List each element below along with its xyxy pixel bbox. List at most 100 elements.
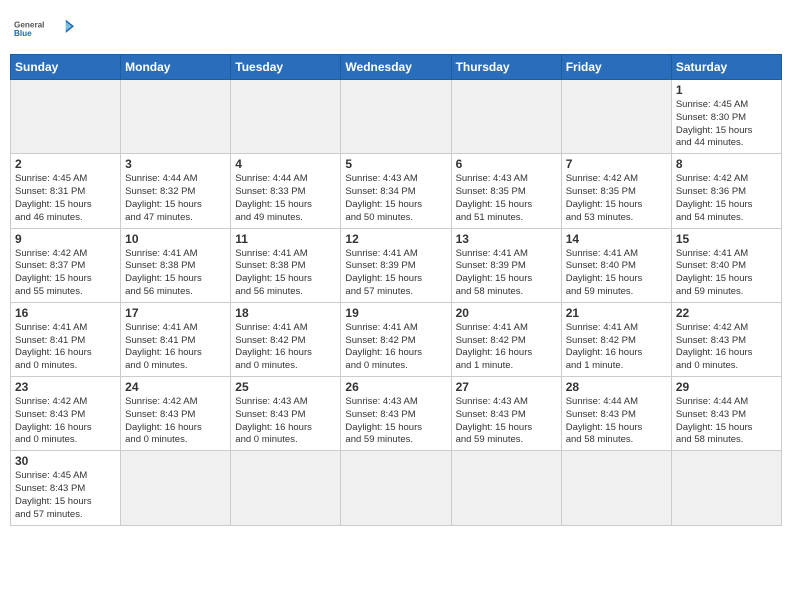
day-info: Sunrise: 4:41 AM Sunset: 8:42 PM Dayligh…: [235, 322, 336, 373]
calendar-cell: 4Sunrise: 4:44 AM Sunset: 8:33 PM Daylig…: [231, 154, 341, 228]
day-number: 18: [235, 306, 336, 320]
header-saturday: Saturday: [671, 55, 781, 80]
day-info: Sunrise: 4:43 AM Sunset: 8:35 PM Dayligh…: [456, 173, 557, 224]
calendar-cell: 13 Sunrise: 4:41 AM Sunset: 8:39 PM Dayli…: [451, 228, 561, 302]
day-info: Sunrise: 4:41 AM Sunset: 8:38 PM Dayligh…: [235, 248, 336, 299]
day-number: 12: [345, 232, 446, 246]
header-monday: Monday: [121, 55, 231, 80]
calendar-cell: [121, 80, 231, 154]
calendar-cell: 7 Sunrise: 4:42 AM Sunset: 8:35 PM Daylig…: [561, 154, 671, 228]
day-number: 22: [676, 306, 777, 320]
calendar-cell: 3Sunrise: 4:44 AM Sunset: 8:32 PM Daylig…: [121, 154, 231, 228]
day-info: Sunrise: 4:41 AM Sunset: 8:39 PM Dayligh…: [345, 248, 446, 299]
day-info: Sunrise: 4:43 AM Sunset: 8:43 PM Dayligh…: [456, 396, 557, 447]
day-info: Sunrise: 4:44 AM Sunset: 8:43 PM Dayligh…: [676, 396, 777, 447]
day-info: Sunrise: 4:42 AM Sunset: 8:43 PM Dayligh…: [125, 396, 226, 447]
calendar-row: 30 Sunrise: 4:45 AM Sunset: 8:43 PM Dayli…: [11, 451, 782, 525]
weekday-header-row: Sunday Monday Tuesday Wednesday Thursday…: [11, 55, 782, 80]
header-friday: Friday: [561, 55, 671, 80]
day-number: 3: [125, 157, 226, 171]
calendar-cell: [451, 451, 561, 525]
calendar-cell: 29 Sunrise: 4:44 AM Sunset: 8:43 PM Dayli…: [671, 377, 781, 451]
day-info: Sunrise: 4:45 AM Sunset: 8:43 PM Dayligh…: [15, 470, 116, 521]
calendar-cell: [451, 80, 561, 154]
calendar-table: Sunday Monday Tuesday Wednesday Thursday…: [10, 54, 782, 526]
day-number: 29: [676, 380, 777, 394]
calendar-cell: 20Sunrise: 4:41 AM Sunset: 8:42 PM Dayli…: [451, 302, 561, 376]
calendar-cell: 8 Sunrise: 4:42 AM Sunset: 8:36 PM Daylig…: [671, 154, 781, 228]
day-info: Sunrise: 4:41 AM Sunset: 8:42 PM Dayligh…: [345, 322, 446, 373]
header-tuesday: Tuesday: [231, 55, 341, 80]
day-number: 26: [345, 380, 446, 394]
day-info: Sunrise: 4:42 AM Sunset: 8:43 PM Dayligh…: [15, 396, 116, 447]
day-info: Sunrise: 4:41 AM Sunset: 8:42 PM Dayligh…: [456, 322, 557, 373]
day-info: Sunrise: 4:42 AM Sunset: 8:43 PM Dayligh…: [676, 322, 777, 373]
day-info: Sunrise: 4:43 AM Sunset: 8:34 PM Dayligh…: [345, 173, 446, 224]
svg-text:Blue: Blue: [14, 29, 32, 38]
day-number: 25: [235, 380, 336, 394]
day-info: Sunrise: 4:45 AM Sunset: 8:31 PM Dayligh…: [15, 173, 116, 224]
day-info: Sunrise: 4:44 AM Sunset: 8:43 PM Dayligh…: [566, 396, 667, 447]
day-number: 17: [125, 306, 226, 320]
calendar-cell: 6 Sunrise: 4:43 AM Sunset: 8:35 PM Daylig…: [451, 154, 561, 228]
day-info: Sunrise: 4:41 AM Sunset: 8:38 PM Dayligh…: [125, 248, 226, 299]
day-number: 9: [15, 232, 116, 246]
calendar-cell: [231, 451, 341, 525]
calendar-cell: [231, 80, 341, 154]
day-number: 4: [235, 157, 336, 171]
logo: General Blue: [14, 10, 74, 48]
svg-text:General: General: [14, 20, 44, 29]
calendar-cell: 10 Sunrise: 4:41 AM Sunset: 8:38 PM Dayli…: [121, 228, 231, 302]
day-info: Sunrise: 4:41 AM Sunset: 8:41 PM Dayligh…: [15, 322, 116, 373]
day-info: Sunrise: 4:41 AM Sunset: 8:40 PM Dayligh…: [566, 248, 667, 299]
day-number: 11: [235, 232, 336, 246]
day-number: 5: [345, 157, 446, 171]
calendar-cell: 21Sunrise: 4:41 AM Sunset: 8:42 PM Dayli…: [561, 302, 671, 376]
day-number: 15: [676, 232, 777, 246]
day-info: Sunrise: 4:41 AM Sunset: 8:40 PM Dayligh…: [676, 248, 777, 299]
day-number: 28: [566, 380, 667, 394]
day-number: 27: [456, 380, 557, 394]
day-info: Sunrise: 4:43 AM Sunset: 8:43 PM Dayligh…: [235, 396, 336, 447]
day-number: 7: [566, 157, 667, 171]
header-thursday: Thursday: [451, 55, 561, 80]
day-info: Sunrise: 4:41 AM Sunset: 8:42 PM Dayligh…: [566, 322, 667, 373]
calendar-cell: 23 Sunrise: 4:42 AM Sunset: 8:43 PM Dayli…: [11, 377, 121, 451]
calendar-cell: [121, 451, 231, 525]
day-number: 16: [15, 306, 116, 320]
calendar-cell: 15 Sunrise: 4:41 AM Sunset: 8:40 PM Dayli…: [671, 228, 781, 302]
calendar-cell: 9Sunrise: 4:42 AM Sunset: 8:37 PM Daylig…: [11, 228, 121, 302]
calendar-cell: [561, 80, 671, 154]
calendar-row: 1Sunrise: 4:45 AM Sunset: 8:30 PM Daylig…: [11, 80, 782, 154]
logo-svg: General Blue: [14, 10, 74, 48]
header-sunday: Sunday: [11, 55, 121, 80]
day-info: Sunrise: 4:42 AM Sunset: 8:35 PM Dayligh…: [566, 173, 667, 224]
calendar-cell: 30 Sunrise: 4:45 AM Sunset: 8:43 PM Dayli…: [11, 451, 121, 525]
calendar-cell: [671, 451, 781, 525]
day-number: 6: [456, 157, 557, 171]
calendar-row: 23 Sunrise: 4:42 AM Sunset: 8:43 PM Dayli…: [11, 377, 782, 451]
calendar-row: 2 Sunrise: 4:45 AM Sunset: 8:31 PM Daylig…: [11, 154, 782, 228]
calendar-cell: [341, 451, 451, 525]
day-info: Sunrise: 4:41 AM Sunset: 8:39 PM Dayligh…: [456, 248, 557, 299]
calendar-cell: 18 Sunrise: 4:41 AM Sunset: 8:42 PM Dayli…: [231, 302, 341, 376]
calendar-cell: 24Sunrise: 4:42 AM Sunset: 8:43 PM Dayli…: [121, 377, 231, 451]
calendar-cell: [561, 451, 671, 525]
calendar-row: 16 Sunrise: 4:41 AM Sunset: 8:41 PM Dayli…: [11, 302, 782, 376]
day-number: 2: [15, 157, 116, 171]
calendar-cell: 11 Sunrise: 4:41 AM Sunset: 8:38 PM Dayli…: [231, 228, 341, 302]
day-number: 8: [676, 157, 777, 171]
calendar-cell: 14Sunrise: 4:41 AM Sunset: 8:40 PM Dayli…: [561, 228, 671, 302]
calendar-cell: 2 Sunrise: 4:45 AM Sunset: 8:31 PM Daylig…: [11, 154, 121, 228]
page-header: General Blue: [10, 10, 782, 48]
day-number: 13: [456, 232, 557, 246]
header-wednesday: Wednesday: [341, 55, 451, 80]
day-number: 1: [676, 83, 777, 97]
calendar-cell: 17 Sunrise: 4:41 AM Sunset: 8:41 PM Dayli…: [121, 302, 231, 376]
day-number: 30: [15, 454, 116, 468]
day-number: 10: [125, 232, 226, 246]
day-info: Sunrise: 4:41 AM Sunset: 8:41 PM Dayligh…: [125, 322, 226, 373]
day-number: 23: [15, 380, 116, 394]
day-number: 19: [345, 306, 446, 320]
day-info: Sunrise: 4:42 AM Sunset: 8:36 PM Dayligh…: [676, 173, 777, 224]
